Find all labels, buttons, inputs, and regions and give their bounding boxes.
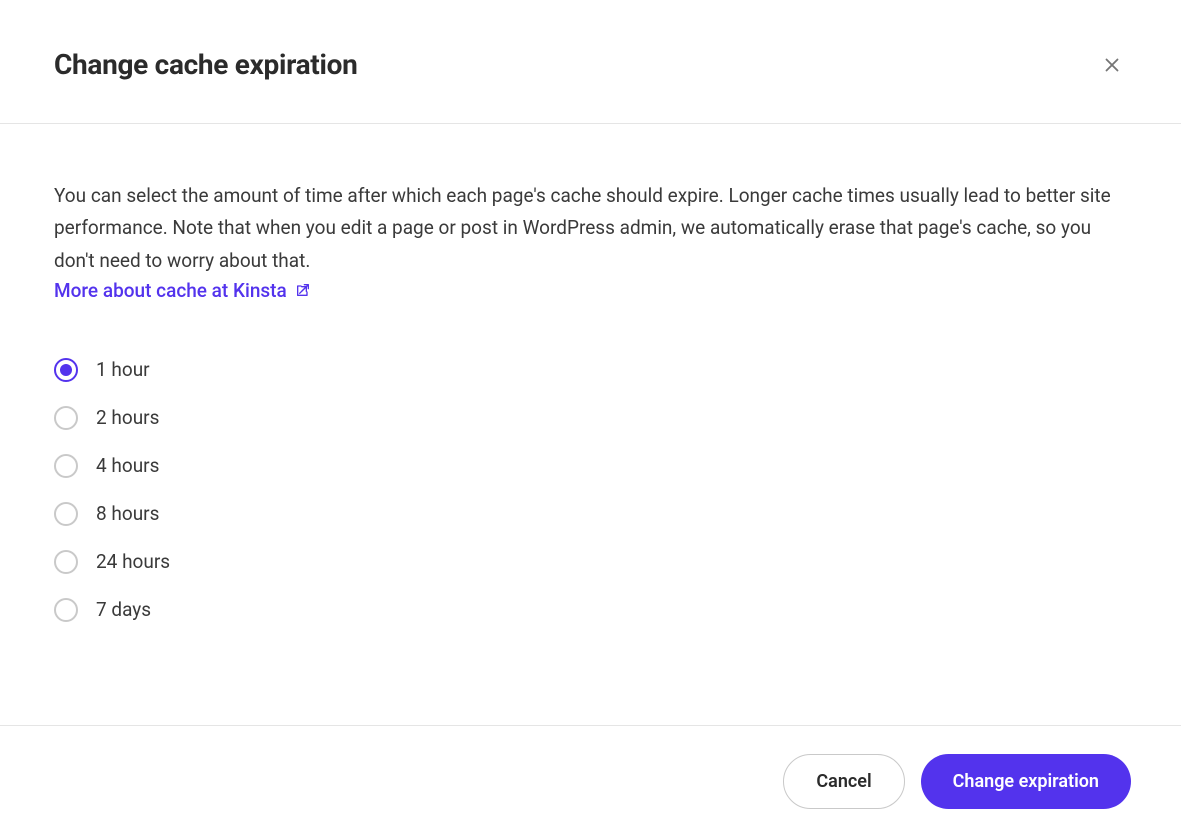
radio-icon	[54, 550, 78, 574]
learn-more-link[interactable]: More about cache at Kinsta	[54, 279, 311, 302]
radio-icon	[54, 406, 78, 430]
radio-icon	[54, 502, 78, 526]
expiration-radio-group: 1 hour 2 hours 4 hours 8 hours 24 hours 7 day…	[54, 358, 1127, 622]
modal-title: Change cache expiration	[54, 48, 357, 81]
radio-label: 2 hours	[96, 406, 159, 429]
radio-label: 8 hours	[96, 502, 159, 525]
radio-icon	[54, 358, 78, 382]
radio-option-24-hours[interactable]: 24 hours	[54, 550, 1127, 574]
radio-option-7-days[interactable]: 7 days	[54, 598, 1127, 622]
modal-body: You can select the amount of time after …	[0, 124, 1181, 725]
radio-option-1-hour[interactable]: 1 hour	[54, 358, 1127, 382]
radio-option-8-hours[interactable]: 8 hours	[54, 502, 1127, 526]
change-expiration-button[interactable]: Change expiration	[921, 754, 1131, 809]
radio-label: 7 days	[96, 598, 151, 621]
close-button[interactable]	[1097, 50, 1127, 80]
modal-footer: Cancel Change expiration	[0, 725, 1181, 833]
modal-header: Change cache expiration	[0, 0, 1181, 124]
cancel-button[interactable]: Cancel	[783, 754, 904, 809]
external-link-icon	[295, 282, 311, 298]
close-icon	[1101, 54, 1123, 76]
description-text: You can select the amount of time after …	[54, 180, 1127, 277]
radio-label: 24 hours	[96, 550, 170, 573]
radio-label: 1 hour	[96, 358, 150, 381]
radio-option-4-hours[interactable]: 4 hours	[54, 454, 1127, 478]
radio-label: 4 hours	[96, 454, 159, 477]
learn-more-link-text: More about cache at Kinsta	[54, 279, 287, 302]
radio-icon	[54, 454, 78, 478]
radio-option-2-hours[interactable]: 2 hours	[54, 406, 1127, 430]
radio-icon	[54, 598, 78, 622]
change-cache-expiration-modal: Change cache expiration You can select t…	[0, 0, 1181, 833]
